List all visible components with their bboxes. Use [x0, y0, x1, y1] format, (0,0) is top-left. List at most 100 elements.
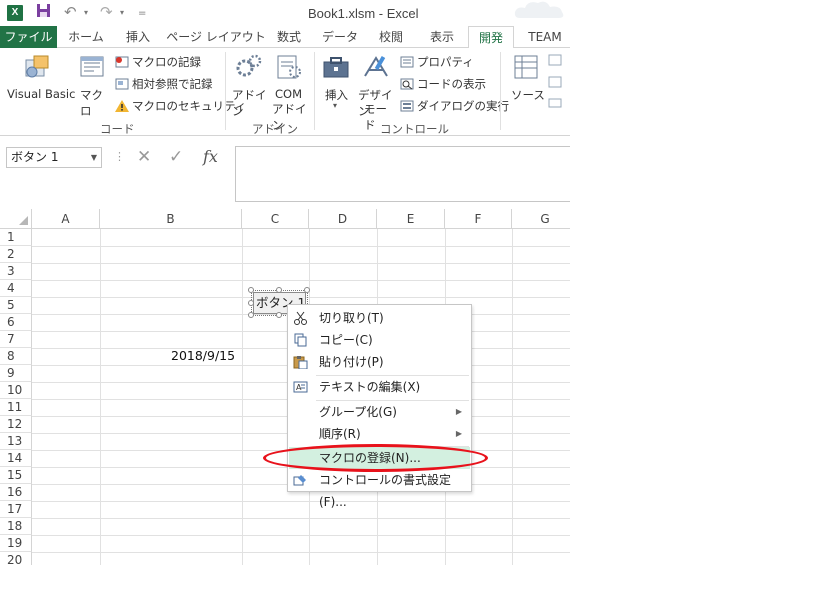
row-header[interactable]: 17	[0, 501, 32, 518]
view-code-icon	[400, 78, 414, 90]
column-header-c[interactable]: C	[242, 209, 309, 229]
toolbox-icon	[323, 57, 349, 78]
column-header-g[interactable]: G	[512, 209, 570, 229]
tab-team[interactable]: TEAM	[522, 26, 568, 48]
row-header[interactable]: 9	[0, 365, 32, 382]
row-header[interactable]: 2	[0, 246, 32, 263]
record-macro-icon	[115, 56, 129, 68]
menu-item-cut[interactable]: 切り取り(T)	[289, 307, 470, 329]
customize-qat-icon[interactable]: =	[138, 8, 146, 19]
submenu-arrow-icon: ▶	[455, 407, 462, 416]
resize-handle[interactable]	[248, 300, 254, 306]
tab-view[interactable]: 表示	[422, 26, 462, 48]
properties-button[interactable]: プロパティ	[400, 54, 474, 70]
design-mode-button[interactable]: デザイン モード	[356, 54, 396, 132]
column-header-f[interactable]: F	[445, 209, 512, 229]
row-header[interactable]: 16	[0, 484, 32, 501]
row-header[interactable]: 1	[0, 229, 32, 246]
view-code-button[interactable]: コードの表示	[400, 76, 486, 92]
resize-handle[interactable]	[276, 287, 282, 293]
column-header-a[interactable]: A	[32, 209, 100, 229]
row-header[interactable]: 6	[0, 314, 32, 331]
row-header[interactable]: 4	[0, 280, 32, 297]
menu-item-paste[interactable]: 貼り付け(P)	[289, 351, 470, 373]
row-header[interactable]: 12	[0, 416, 32, 433]
menu-item-format-control[interactable]: コントロールの書式設定(F)...	[289, 469, 470, 509]
resize-handle[interactable]	[276, 312, 282, 318]
row-header[interactable]: 8	[0, 348, 32, 365]
row-header[interactable]: 14	[0, 450, 32, 467]
menu-item-assign-macro[interactable]: マクロの登録(N)...	[289, 447, 470, 469]
row-header[interactable]: 15	[0, 467, 32, 484]
resize-handle[interactable]	[248, 287, 254, 293]
row-header[interactable]: 7	[0, 331, 32, 348]
undo-dropdown-icon[interactable]: ▾	[84, 8, 88, 17]
formula-bar-grip-icon: ⋮	[114, 150, 125, 163]
tab-formulas[interactable]: 数式	[272, 26, 306, 48]
worksheet-grid[interactable]: A B C D E F G 1 2 3 4 5 6 7 8 9 10 11 12…	[0, 209, 570, 565]
tab-review[interactable]: 校閲	[370, 26, 412, 48]
design-mode-icon	[364, 55, 388, 77]
name-box-dropdown-icon[interactable]: ▼	[91, 148, 97, 167]
cell-b8[interactable]: 2018/9/15	[171, 348, 235, 363]
visual-basic-icon	[25, 55, 49, 78]
record-macro-button[interactable]: マクロの記録	[115, 54, 201, 70]
visual-basic-button[interactable]: Visual Basic	[4, 54, 75, 114]
properties-icon	[400, 56, 414, 68]
paste-icon	[293, 356, 308, 369]
group-divider	[500, 52, 501, 130]
name-box[interactable]: ボタン 1 ▼	[6, 147, 102, 168]
source-button[interactable]: ソース	[506, 54, 546, 114]
redo-dropdown-icon[interactable]: ▾	[120, 8, 124, 17]
row-header[interactable]: 11	[0, 399, 32, 416]
group-divider	[314, 52, 315, 130]
ribbon: Visual Basic マクロ マクロの記録 相対参照で記録 マクロのセキュリ…	[0, 48, 570, 136]
redo-icon[interactable]: ↷	[100, 3, 113, 21]
macro-button[interactable]: マクロ	[76, 54, 110, 118]
menu-item-group[interactable]: グループ化(G) ▶	[289, 401, 470, 423]
select-all-button[interactable]	[0, 209, 32, 229]
row-header[interactable]: 13	[0, 433, 32, 450]
com-addin-button[interactable]: COM アドイン	[270, 54, 310, 132]
row-header[interactable]: 18	[0, 518, 32, 535]
save-icon[interactable]	[36, 3, 51, 22]
tab-insert[interactable]: 挿入	[116, 26, 160, 48]
run-dialog-button[interactable]: ダイアログの実行	[400, 98, 509, 114]
macro-security-button[interactable]: マクロのセキュリティ	[115, 98, 246, 114]
row-header[interactable]: 5	[0, 297, 32, 314]
menu-item-copy[interactable]: コピー(C)	[289, 329, 470, 351]
tab-data[interactable]: データ	[318, 26, 362, 48]
tab-home[interactable]: ホーム	[64, 26, 108, 48]
undo-icon[interactable]: ↶	[64, 3, 77, 21]
window-title: Book1.xlsm - Excel	[308, 6, 419, 21]
addins-group-label: アドイン	[252, 122, 298, 136]
group-divider	[225, 52, 226, 130]
row-header[interactable]: 20	[0, 552, 32, 565]
tab-developer[interactable]: 開発	[468, 26, 514, 49]
resize-handle[interactable]	[248, 312, 254, 318]
relative-reference-icon	[115, 78, 129, 90]
formula-buttons: ✕ ✓ fx	[131, 147, 232, 168]
insert-control-button[interactable]: 挿入 ▾	[318, 54, 354, 114]
menu-item-edit-text[interactable]: A テキストの編集(X)	[289, 376, 470, 398]
tab-file[interactable]: ファイル	[0, 26, 57, 48]
relative-reference-button[interactable]: 相対参照で記録	[115, 76, 213, 92]
insert-function-icon[interactable]: fx	[203, 147, 218, 166]
macro-icon	[80, 56, 104, 77]
row-header[interactable]: 19	[0, 535, 32, 552]
addin-button[interactable]: アドイン	[230, 54, 268, 118]
tab-page-layout[interactable]: ページ レイアウト	[166, 26, 266, 48]
column-header-e[interactable]: E	[377, 209, 445, 229]
cancel-icon[interactable]: ✕	[137, 147, 151, 167]
column-header-b[interactable]: B	[100, 209, 242, 229]
column-header-d[interactable]: D	[309, 209, 377, 229]
addin-label: アドイン	[232, 88, 267, 118]
row-header[interactable]: 10	[0, 382, 32, 399]
menu-item-order[interactable]: 順序(R) ▶	[289, 423, 470, 445]
run-dialog-icon	[400, 100, 414, 112]
resize-handle[interactable]	[304, 287, 310, 293]
row-header[interactable]: 3	[0, 263, 32, 280]
excel-window: X ↶ ▾ ↷ ▾ = Book1.xlsm - Excel ファイル ホーム …	[0, 0, 570, 565]
enter-icon[interactable]: ✓	[169, 147, 183, 167]
formula-input[interactable]	[235, 146, 570, 202]
